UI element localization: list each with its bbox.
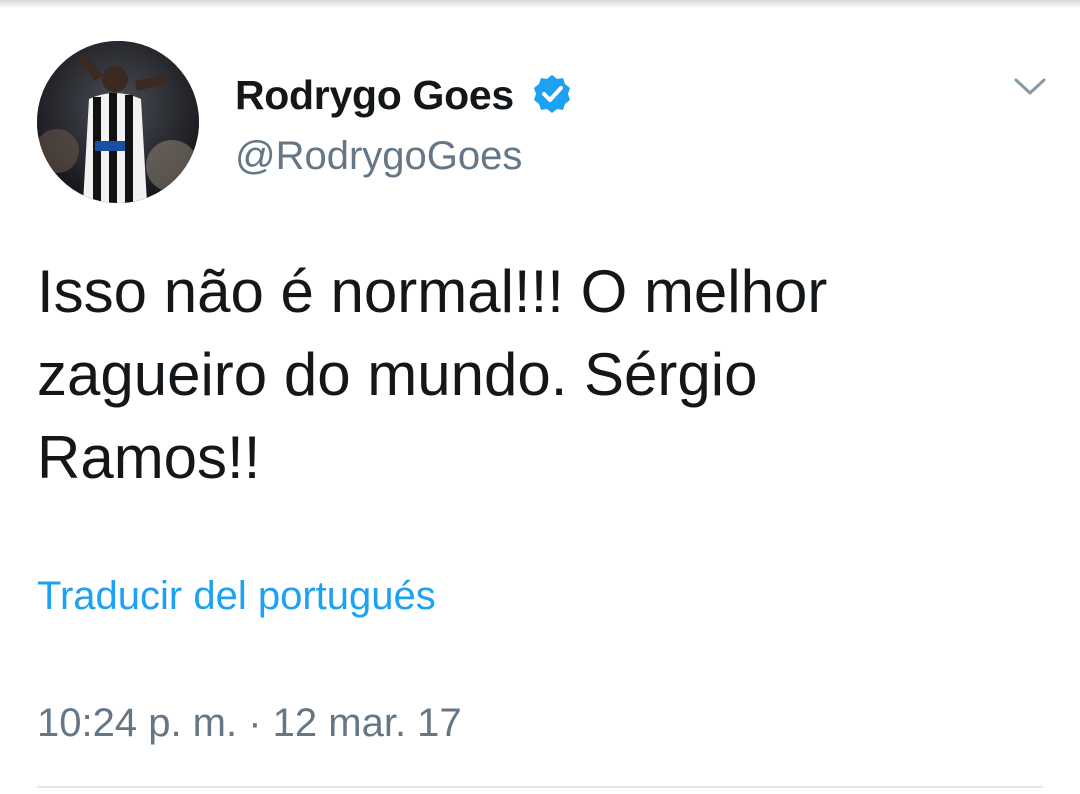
display-name[interactable]: Rodrygo Goes <box>235 72 514 118</box>
avatar[interactable] <box>37 41 199 203</box>
tweet-text-line: Ramos!! <box>37 424 261 491</box>
avatar-photo <box>37 41 199 203</box>
chevron-down-icon[interactable] <box>1010 72 1050 100</box>
verified-badge-icon <box>531 73 573 115</box>
tweet-text-line: Isso não é normal!!! O melhor <box>37 258 828 325</box>
tweet-timestamp[interactable]: 10:24 p. m. · 12 mar. 17 <box>37 700 462 746</box>
top-divider <box>0 0 1080 8</box>
tweet-text: Isso não é normal!!! O melhor zagueiro d… <box>37 250 1037 499</box>
translate-link[interactable]: Traducir del portugués <box>37 573 436 619</box>
user-handle[interactable]: @RodrygoGoes <box>235 133 522 179</box>
tweet-card: Rodrygo Goes @RodrygoGoes Isso não é nor… <box>0 0 1080 794</box>
tweet-text-line: zagueiro do mundo. Sérgio <box>37 341 758 408</box>
bottom-divider <box>37 786 1043 788</box>
